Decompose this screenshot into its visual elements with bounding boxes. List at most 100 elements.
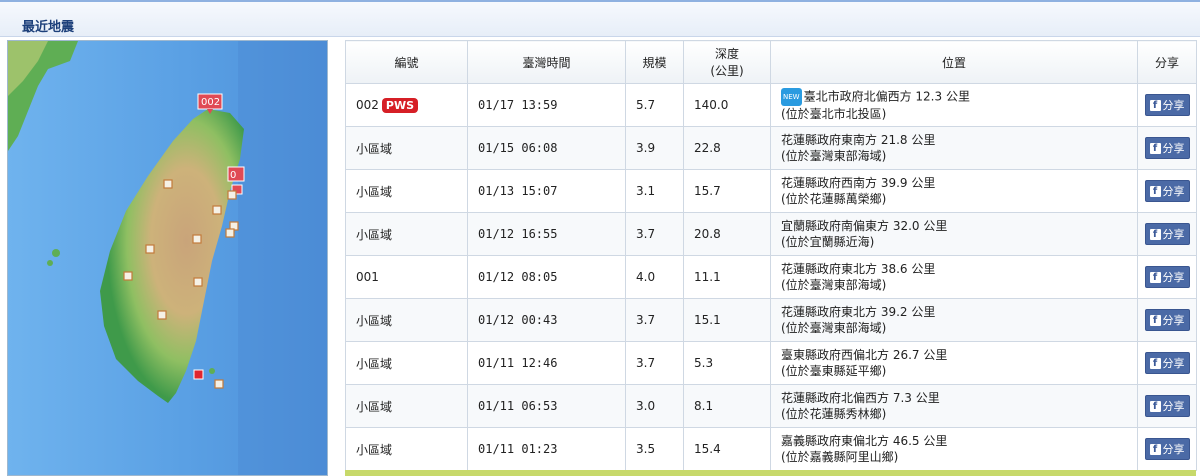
cell-share: f 分享 bbox=[1137, 212, 1197, 256]
cell-depth: 15.1 bbox=[683, 298, 771, 342]
share-button[interactable]: f 分享 bbox=[1144, 137, 1190, 159]
cell-id: 002 PWS bbox=[345, 83, 468, 127]
header-depth-line1: 深度 bbox=[714, 47, 739, 61]
header-time: 臺灣時間 bbox=[467, 40, 626, 84]
share-button[interactable]: f 分享 bbox=[1144, 438, 1190, 460]
location-line2: (位於臺灣東部海域) bbox=[781, 321, 887, 335]
cell-share: f 分享 bbox=[1137, 298, 1197, 342]
cell-share: f 分享 bbox=[1137, 341, 1197, 385]
earthquake-table: 編號 臺灣時間 規模 深度 (公里) 位置 分享 002 PWS 01/17 13:… bbox=[345, 40, 1197, 471]
location-line2: (位於宜蘭縣近海) bbox=[781, 235, 875, 249]
location-line1: 宜蘭縣政府南偏東方 32.0 公里 bbox=[781, 219, 948, 233]
cell-share: f 分享 bbox=[1137, 169, 1197, 213]
share-button[interactable]: f 分享 bbox=[1144, 309, 1190, 331]
cell-magnitude: 3.7 bbox=[625, 212, 684, 256]
table-row[interactable]: 小區域 01/12 00:43 3.7 15.1 花蓮縣政府東北方 39.2 公… bbox=[345, 298, 1197, 342]
location-line2: (位於臺灣東部海域) bbox=[781, 278, 887, 292]
cell-depth: 8.1 bbox=[683, 384, 771, 428]
cell-id: 小區域 bbox=[345, 169, 468, 213]
cell-location[interactable]: 花蓮縣政府西南方 39.9 公里 (位於花蓮縣萬榮鄉) bbox=[770, 169, 1138, 213]
cell-depth: 20.8 bbox=[683, 212, 771, 256]
cell-time: 01/11 12:46 bbox=[467, 341, 626, 385]
cell-location[interactable]: 宜蘭縣政府南偏東方 32.0 公里 (位於宜蘭縣近海) bbox=[770, 212, 1138, 256]
table-row[interactable]: 小區域 01/13 15:07 3.1 15.7 花蓮縣政府西南方 39.9 公… bbox=[345, 169, 1197, 213]
share-button[interactable]: f 分享 bbox=[1144, 352, 1190, 374]
location-line1: 臺東縣政府西偏北方 26.7 公里 bbox=[781, 348, 948, 362]
location-line1: 花蓮縣政府東北方 38.6 公里 bbox=[781, 262, 936, 276]
share-button[interactable]: f 分享 bbox=[1144, 180, 1190, 202]
table-row[interactable]: 001 01/12 08:05 4.0 11.1 花蓮縣政府東北方 38.6 公… bbox=[345, 255, 1197, 299]
cell-magnitude: 4.0 bbox=[625, 255, 684, 299]
cell-depth: 15.4 bbox=[683, 427, 771, 471]
location-line1: 花蓮縣政府東南方 21.8 公里 bbox=[781, 133, 936, 147]
location-line2: (位於臺北市北投區) bbox=[781, 107, 887, 121]
table-row[interactable]: 小區域 01/11 12:46 3.7 5.3 臺東縣政府西偏北方 26.7 公… bbox=[345, 341, 1197, 385]
cell-location[interactable]: 花蓮縣政府東北方 38.6 公里 (位於臺灣東部海域) bbox=[770, 255, 1138, 299]
cell-location[interactable]: 臺東縣政府西偏北方 26.7 公里 (位於臺東縣延平鄉) bbox=[770, 341, 1138, 385]
header-location: 位置 bbox=[770, 40, 1138, 84]
event-id: 002 bbox=[356, 97, 379, 112]
cell-time: 01/12 00:43 bbox=[467, 298, 626, 342]
share-button[interactable]: f 分享 bbox=[1144, 94, 1190, 116]
bottom-accent-bar bbox=[345, 470, 1196, 476]
new-badge: NEW bbox=[781, 88, 802, 106]
cell-location[interactable]: 花蓮縣政府東南方 21.8 公里 (位於臺灣東部海域) bbox=[770, 126, 1138, 170]
share-label: 分享 bbox=[1162, 400, 1185, 413]
share-label: 分享 bbox=[1162, 443, 1185, 456]
cell-location[interactable]: NEW 臺北市政府北偏西方 12.3 公里 (位於臺北市北投區) bbox=[770, 83, 1138, 127]
cell-location[interactable]: 嘉義縣政府東偏北方 46.5 公里 (位於嘉義縣阿里山鄉) bbox=[770, 427, 1138, 471]
header-share: 分享 bbox=[1137, 40, 1197, 84]
cell-location[interactable]: 花蓮縣政府東北方 39.2 公里 (位於臺灣東部海域) bbox=[770, 298, 1138, 342]
share-button[interactable]: f 分享 bbox=[1144, 395, 1190, 417]
cell-id: 小區域 bbox=[345, 298, 468, 342]
location-line1: 花蓮縣政府東北方 39.2 公里 bbox=[781, 305, 936, 319]
earthquake-map[interactable]: 002 0 bbox=[7, 40, 328, 476]
location-line1: 花蓮縣政府北偏西方 7.3 公里 bbox=[781, 391, 940, 405]
cell-magnitude: 3.0 bbox=[625, 384, 684, 428]
header-depth: 深度 (公里) bbox=[683, 40, 771, 84]
cell-share: f 分享 bbox=[1137, 384, 1197, 428]
share-button[interactable]: f 分享 bbox=[1144, 266, 1190, 288]
share-label: 分享 bbox=[1162, 271, 1185, 284]
location-line2: (位於花蓮縣秀林鄉) bbox=[781, 407, 887, 421]
cell-time: 01/12 16:55 bbox=[467, 212, 626, 256]
table-row[interactable]: 小區域 01/11 06:53 3.0 8.1 花蓮縣政府北偏西方 7.3 公里… bbox=[345, 384, 1197, 428]
facebook-icon: f bbox=[1149, 99, 1161, 111]
earthquake-table-container: 編號 臺灣時間 規模 深度 (公里) 位置 分享 002 PWS 01/17 13:… bbox=[345, 40, 1197, 471]
cell-depth: 11.1 bbox=[683, 255, 771, 299]
section-header: 最近地震 bbox=[0, 0, 1200, 37]
location-line2: (位於嘉義縣阿里山鄉) bbox=[781, 450, 899, 464]
location-line1: 嘉義縣政府東偏北方 46.5 公里 bbox=[781, 434, 948, 448]
cell-depth: 140.0 bbox=[683, 83, 771, 127]
cell-id: 小區域 bbox=[345, 126, 468, 170]
location-line2: (位於花蓮縣萬榮鄉) bbox=[781, 192, 887, 206]
share-button[interactable]: f 分享 bbox=[1144, 223, 1190, 245]
table-row[interactable]: 小區域 01/12 16:55 3.7 20.8 宜蘭縣政府南偏東方 32.0 … bbox=[345, 212, 1197, 256]
table-row[interactable]: 小區域 01/15 06:08 3.9 22.8 花蓮縣政府東南方 21.8 公… bbox=[345, 126, 1197, 170]
table-row[interactable]: 002 PWS 01/17 13:59 5.7 140.0 NEW 臺北市政府北偏西… bbox=[345, 83, 1197, 127]
cell-time: 01/11 06:53 bbox=[467, 384, 626, 428]
cell-time: 01/13 15:07 bbox=[467, 169, 626, 213]
share-label: 分享 bbox=[1162, 142, 1185, 155]
location-line2: (位於臺灣東部海域) bbox=[781, 149, 887, 163]
cell-magnitude: 3.7 bbox=[625, 298, 684, 342]
pws-badge: PWS bbox=[381, 97, 419, 113]
facebook-icon: f bbox=[1149, 142, 1161, 154]
facebook-icon: f bbox=[1149, 400, 1161, 412]
table-row[interactable]: 小區域 01/11 01:23 3.5 15.4 嘉義縣政府東偏北方 46.5 … bbox=[345, 427, 1197, 471]
cell-magnitude: 5.7 bbox=[625, 83, 684, 127]
cell-time: 01/11 01:23 bbox=[467, 427, 626, 471]
cell-depth: 22.8 bbox=[683, 126, 771, 170]
facebook-icon: f bbox=[1149, 443, 1161, 455]
header-magnitude: 規模 bbox=[625, 40, 684, 84]
cell-id: 小區域 bbox=[345, 384, 468, 428]
header-id: 編號 bbox=[345, 40, 468, 84]
cell-location[interactable]: 花蓮縣政府北偏西方 7.3 公里 (位於花蓮縣秀林鄉) bbox=[770, 384, 1138, 428]
share-label: 分享 bbox=[1162, 228, 1185, 241]
facebook-icon: f bbox=[1149, 357, 1161, 369]
location-line1: 花蓮縣政府西南方 39.9 公里 bbox=[781, 176, 936, 190]
map-marker-label: 002 bbox=[201, 97, 220, 108]
cell-id: 小區域 bbox=[345, 427, 468, 471]
cell-share: f 分享 bbox=[1137, 126, 1197, 170]
facebook-icon: f bbox=[1149, 228, 1161, 240]
